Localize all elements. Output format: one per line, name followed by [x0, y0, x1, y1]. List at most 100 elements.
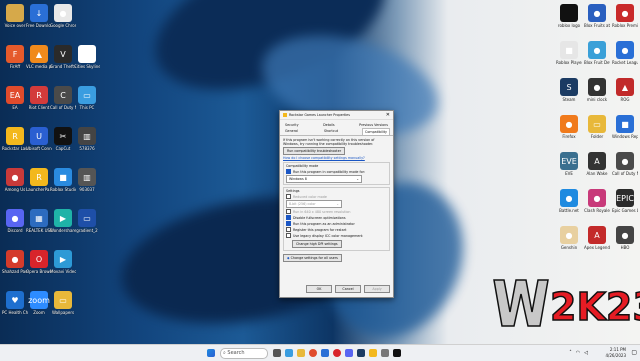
desktop-icon[interactable]: ● HBO	[612, 226, 638, 250]
desktop-icon[interactable]: ● Clash Royale	[584, 189, 610, 213]
change-all-users-button[interactable]: ◆ Change settings for all users	[283, 254, 342, 262]
cancel-button[interactable]: Cancel	[335, 285, 361, 293]
apply-button[interactable]: Apply	[364, 285, 390, 293]
desktop-icon[interactable]: F FirAff	[2, 45, 28, 69]
taskbar: ⌕ Search ˄ ◠ ◁ 2:11 PM 4/26/2023 ▢	[0, 344, 640, 361]
desktop-icon-label: CapCut	[55, 146, 71, 151]
desktop-icon[interactable]: ●Google Chrome	[50, 4, 76, 28]
desktop-icon[interactable]: OOpera Browser	[26, 250, 52, 274]
file-explorer-icon[interactable]	[297, 349, 305, 357]
chrome-icon[interactable]	[309, 349, 317, 357]
desktop-icon-image	[560, 4, 578, 22]
desktop-icon[interactable]: ● Firefox	[556, 115, 582, 139]
desktop-icon[interactable]: roblox logo	[556, 4, 582, 28]
register-restart-checkbox[interactable]	[286, 227, 291, 232]
desktop-icon-label: Battle.net	[559, 208, 579, 213]
desktop-icon[interactable]: ■ Roblox Studio	[50, 168, 76, 192]
desktop-icon[interactable]: ▶Movavi Video Editor 23	[50, 250, 76, 274]
desktop-icon[interactable]: UUbisoft Connect	[26, 127, 52, 151]
tab-general[interactable]: General	[283, 128, 300, 135]
desktop-icon[interactable]: ● mini clock	[584, 78, 610, 102]
steam-icon[interactable]	[357, 349, 365, 357]
desktop-icon[interactable]: Voice over	[2, 4, 28, 28]
desktop-icon[interactable]: ▲VLC media player	[26, 45, 52, 69]
desktop-icon-image: A	[588, 226, 606, 244]
desktop-icon[interactable]: A Apex Legends	[584, 226, 610, 250]
reduced-color-checkbox[interactable]	[286, 194, 291, 199]
desktop-icon[interactable]: S Steam	[556, 78, 582, 102]
desktop-icon[interactable]: zoom Zoom	[26, 291, 52, 315]
desktop-icon[interactable]: ● Battle.net	[556, 189, 582, 213]
settings-heading: Settings	[286, 189, 300, 193]
notification-icon[interactable]: ▢	[631, 349, 637, 356]
store-icon[interactable]	[321, 349, 329, 357]
desktop-icon[interactable]: ▭ This PC	[74, 86, 100, 110]
rockstar-taskbar-icon[interactable]	[369, 349, 377, 357]
desktop-icon-label: REALTEK USB Wireless LA...	[26, 228, 52, 233]
widgets-icon[interactable]	[285, 349, 293, 357]
settings-group: Settings Reduced color mode 8-bit (256) …	[283, 187, 390, 251]
desktop-icon-label: Cities Skylines	[74, 64, 100, 69]
desktop-icon[interactable]: ●Rocket League	[612, 41, 638, 65]
desktop-icon[interactable]: ▦REALTEK USB Wireless LA...	[26, 209, 52, 233]
desktop-icon[interactable]: ↓ Free Downlo...	[26, 4, 52, 28]
desktop-icon[interactable]: ●Roblox Premium 4	[612, 4, 638, 28]
capcut-icon[interactable]	[393, 349, 401, 357]
tab-shortcut[interactable]: Shortcut	[322, 128, 340, 135]
desktop-icon[interactable]: ▥ 578376	[74, 127, 100, 151]
discord-icon[interactable]	[345, 349, 353, 357]
run-640-checkbox[interactable]	[286, 209, 291, 214]
desktop-icon[interactable]: ■Windows Repair	[612, 115, 638, 139]
desktop-icon[interactable]: ● Among Us	[2, 168, 28, 192]
desktop-icon[interactable]: ▯ Cities Skylines	[74, 45, 100, 69]
legacy-icc-checkbox[interactable]	[286, 233, 291, 238]
desktop-icon[interactable]: ▶Wondershare Filmora9	[50, 209, 76, 233]
desktop-icon[interactable]: EVE EVE	[556, 152, 582, 176]
task-view-icon[interactable]	[273, 349, 281, 357]
search-box[interactable]: ⌕ Search	[220, 347, 268, 359]
desktop-icon[interactable]: EPICEpic Games Launcher	[612, 189, 638, 213]
close-icon[interactable]: ✕	[386, 112, 390, 118]
desktop-icon[interactable]: ✂ CapCut	[50, 127, 76, 151]
desktop-icon[interactable]: ● Genshin	[556, 226, 582, 250]
chevron-up-icon[interactable]: ˄	[569, 350, 572, 356]
clock[interactable]: 2:11 PM 4/26/2023	[605, 347, 626, 359]
color-mode-select[interactable]: 8-bit (256) color ⌄	[286, 200, 342, 208]
desktop-icon[interactable]: EA EA	[2, 86, 28, 110]
desktop-icon[interactable]: ■ Roblox Player	[556, 41, 582, 65]
compat-mode-select[interactable]: Windows 8 ⌄	[286, 175, 362, 183]
desktop-icon[interactable]: ▲ ROG	[612, 78, 638, 102]
troubleshooter-button[interactable]: Run compatibility troubleshooter	[283, 147, 346, 155]
compat-mode-checkbox[interactable]	[286, 169, 291, 174]
desktop-icon[interactable]: ▭ gradient_2	[74, 209, 100, 233]
rockstar-icon	[283, 113, 287, 117]
desktop-icon[interactable]: R Riot Client	[26, 86, 52, 110]
opera-icon[interactable]	[333, 349, 341, 357]
desktop-icon[interactable]: ● Discord	[2, 209, 28, 233]
desktop-icon[interactable]: VGrand Theft Auto V	[50, 45, 76, 69]
start-icon[interactable]	[207, 349, 215, 357]
ok-button[interactable]: OK	[306, 285, 332, 293]
desktop-icon[interactable]: A Alan Wake	[584, 152, 610, 176]
run-admin-checkbox[interactable]	[286, 221, 291, 226]
desktop-icon[interactable]: ▭ Wallpapers	[50, 291, 76, 315]
change-dpi-button[interactable]: Change high DPI settings	[292, 240, 342, 248]
speaker-icon[interactable]: ◁	[584, 350, 588, 356]
manual-settings-link[interactable]: How do I choose compatibility settings m…	[283, 156, 390, 160]
desktop-icon[interactable]: ●Call of Duty Mod	[612, 152, 638, 176]
desktop-icon[interactable]: ●Blox Fruit Dev stats	[584, 41, 610, 65]
disable-fullscreen-checkbox[interactable]	[286, 215, 291, 220]
desktop-icon[interactable]: ▥ 903037	[74, 168, 100, 192]
wifi-icon[interactable]: ◠	[576, 350, 580, 356]
desktop-icon-label: Apex Legends	[584, 245, 610, 250]
desktop-icon-label: Roblox Player	[556, 60, 582, 65]
tab-compatibility[interactable]: Compatibility	[362, 128, 390, 135]
desktop-icon[interactable]: ●Blox Fruits at Sallin	[584, 4, 610, 28]
desktop-icon[interactable]: RLauncherPa... - Shortcut	[26, 168, 52, 192]
desktop-icon[interactable]: ●Shahzad Passed 1...	[2, 250, 28, 274]
desktop-icon[interactable]: RRockstar Launcher v2...	[2, 127, 28, 151]
desktop-icon[interactable]: CCall of Duty Modern...	[50, 86, 76, 110]
settings-icon[interactable]	[381, 349, 389, 357]
desktop-icon[interactable]: ▭ Folder	[584, 115, 610, 139]
desktop-icon[interactable]: ♥PC Health Check	[2, 291, 28, 315]
